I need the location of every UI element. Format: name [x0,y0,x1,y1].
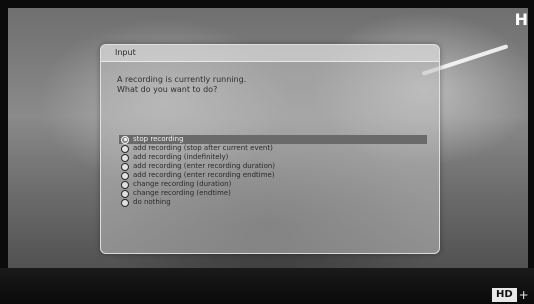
radio-icon [121,144,129,153]
option-change-recording-duration[interactable]: change recording (duration) [119,180,427,189]
option-label: change recording (duration) [133,180,232,188]
option-label: add recording (enter recording duration) [133,162,276,170]
radio-selected-dot [123,138,127,141]
option-change-recording-endtime[interactable]: change recording (endtime) [119,189,427,198]
dialog-message-line: A recording is currently running. [117,75,247,84]
option-label: do nothing [133,198,171,206]
option-label: add recording (enter recording endtime) [133,171,275,179]
radio-icon [121,171,129,180]
option-add-recording-enter-endtime[interactable]: add recording (enter recording endtime) [119,171,427,180]
hd-label: HD [492,288,517,302]
option-label: add recording (indefinitely) [133,153,229,161]
dialog-title: Input [101,45,439,62]
option-label: add recording (stop after current event) [133,144,273,152]
option-add-recording-enter-duration[interactable]: add recording (enter recording duration) [119,162,427,171]
option-add-recording-indefinitely[interactable]: add recording (indefinitely) [119,153,427,162]
bottom-band [0,268,534,304]
options-list: stop recording add recording (stop after… [119,135,427,207]
option-stop-recording[interactable]: stop recording [119,135,427,144]
hd-badge: HD + [492,288,529,302]
radio-icon [121,180,129,189]
plus-icon: + [518,288,529,302]
dialog-message: A recording is currently running. What d… [117,75,417,95]
radio-icon [121,153,129,162]
dialog-message-line: What do you want to do? [117,85,218,94]
radio-icon [121,189,129,198]
radio-icon [121,135,129,144]
radio-icon [121,162,129,171]
option-add-recording-stop-after-event[interactable]: add recording (stop after current event) [119,144,427,153]
option-do-nothing[interactable]: do nothing [119,198,427,207]
channel-logo: H [514,10,528,29]
tv-screen: H HD + Input A recording is currently ru… [0,0,534,304]
recording-input-dialog: Input A recording is currently running. … [100,44,440,254]
option-label: change recording (endtime) [133,189,231,197]
option-label: stop recording [133,135,184,143]
radio-icon [121,198,129,207]
